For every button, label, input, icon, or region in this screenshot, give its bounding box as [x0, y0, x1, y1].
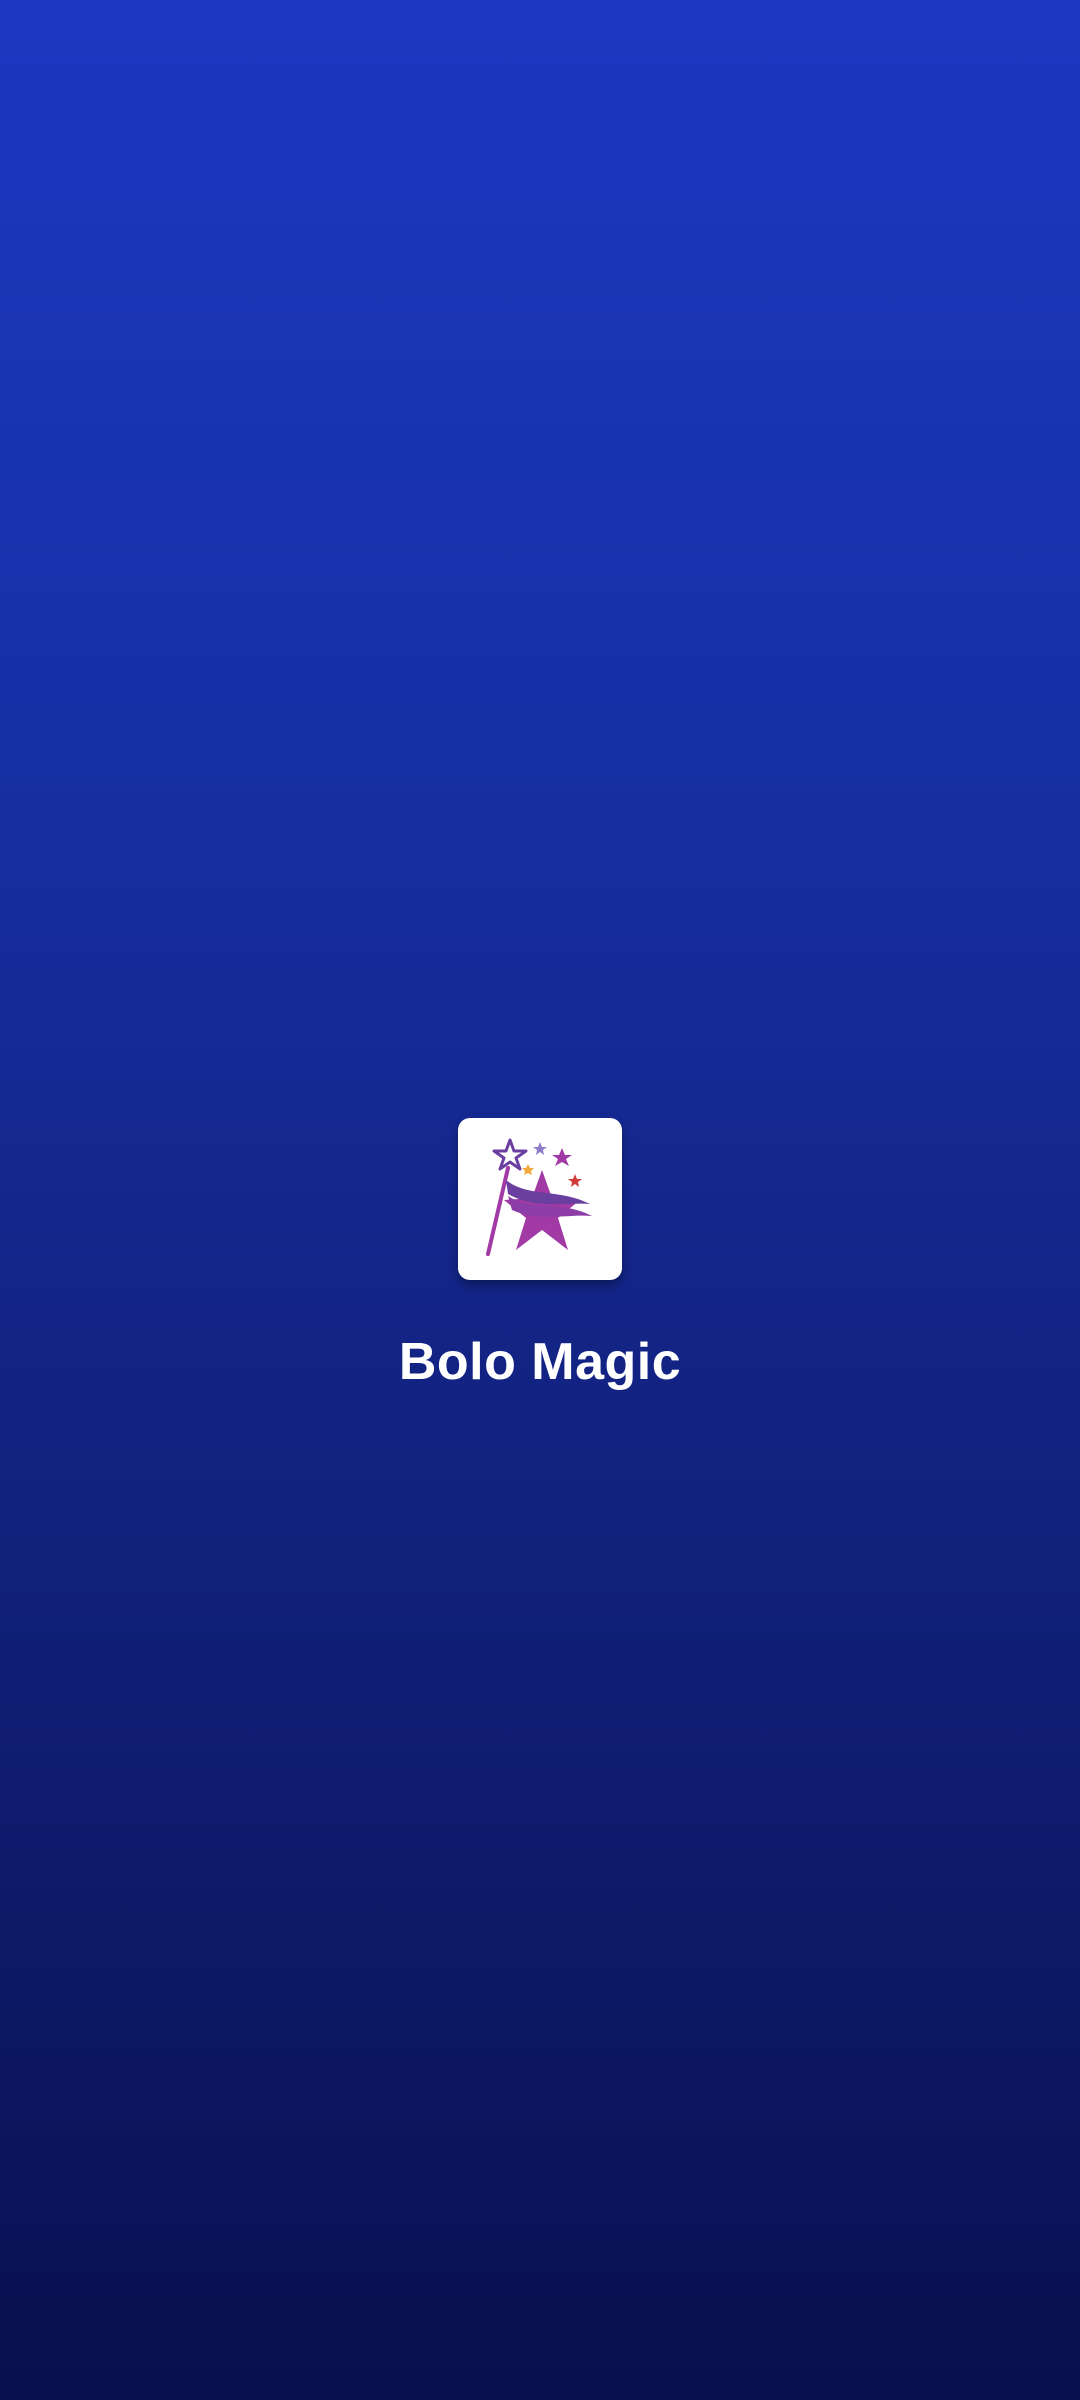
- splash-screen: Bolo Magic: [0, 0, 1080, 2400]
- magic-wand-star-icon: [486, 1138, 592, 1256]
- app-name: Bolo Magic: [398, 1333, 682, 1391]
- app-logo: [458, 1118, 622, 1280]
